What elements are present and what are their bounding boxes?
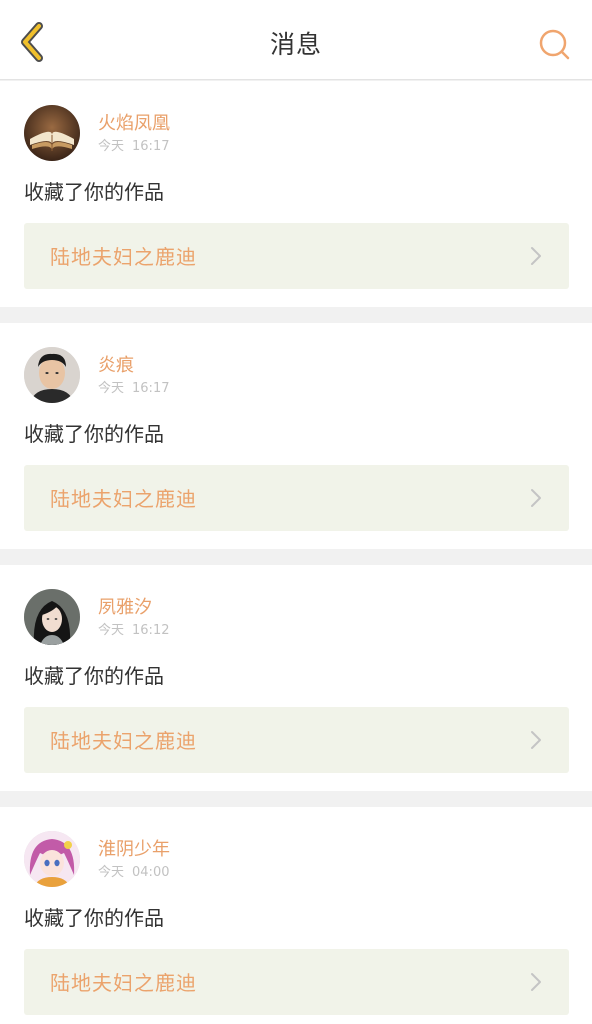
timestamp-time: 16:17 — [132, 381, 170, 396]
user-name[interactable]: 淮阴少年 — [98, 839, 170, 861]
user-avatar[interactable] — [24, 347, 80, 403]
message-card: 炎痕 今天 16:17 收藏了你的作品 陆地夫妇之鹿迪 — [0, 323, 592, 549]
message-list: 火焰凤凰 今天 16:17 收藏了你的作品 陆地夫妇之鹿迪 炎痕 今天 16:1… — [0, 81, 592, 1024]
woman-avatar-image — [24, 589, 80, 645]
timestamp-time: 16:17 — [132, 139, 170, 154]
message-timestamp: 今天 04:00 — [98, 865, 169, 881]
timestamp-day: 今天 — [98, 381, 125, 396]
work-title: 陆地夫妇之鹿迪 — [50, 487, 197, 511]
user-name[interactable]: 火焰凤凰 — [98, 113, 170, 135]
work-title: 陆地夫妇之鹿迪 — [50, 729, 197, 753]
user-avatar[interactable] — [24, 831, 80, 887]
work-link[interactable]: 陆地夫妇之鹿迪 — [24, 465, 569, 531]
work-title: 陆地夫妇之鹿迪 — [50, 971, 197, 995]
work-link[interactable]: 陆地夫妇之鹿迪 — [24, 707, 569, 773]
chevron-right-icon — [525, 729, 547, 751]
message-timestamp: 今天 16:17 — [98, 139, 169, 155]
timestamp-day: 今天 — [98, 139, 125, 154]
message-timestamp: 今天 16:12 — [98, 623, 169, 639]
message-text: 收藏了你的作品 — [24, 422, 164, 446]
message-text: 收藏了你的作品 — [24, 906, 164, 930]
message-text: 收藏了你的作品 — [24, 664, 164, 688]
book-avatar-image — [24, 105, 80, 161]
search-icon — [539, 29, 570, 60]
chevron-right-icon — [525, 245, 547, 267]
chevron-right-icon — [525, 971, 547, 993]
message-text: 收藏了你的作品 — [24, 180, 164, 204]
user-avatar[interactable] — [24, 589, 80, 645]
work-title: 陆地夫妇之鹿迪 — [50, 245, 197, 269]
page-title: 消息 — [269, 30, 322, 59]
top-bar: 消息 — [0, 0, 592, 80]
work-link[interactable]: 陆地夫妇之鹿迪 — [24, 949, 569, 1015]
timestamp-day: 今天 — [98, 865, 125, 880]
work-link[interactable]: 陆地夫妇之鹿迪 — [24, 223, 569, 289]
chevron-right-icon — [525, 487, 547, 509]
timestamp-day: 今天 — [98, 623, 125, 638]
timestamp-time: 04:00 — [132, 865, 170, 880]
user-avatar[interactable] — [24, 105, 80, 161]
user-name[interactable]: 夙雅汐 — [98, 597, 152, 619]
message-card: 夙雅汐 今天 16:12 收藏了你的作品 陆地夫妇之鹿迪 — [0, 565, 592, 791]
search-button[interactable] — [532, 22, 576, 66]
man-avatar-image — [24, 347, 80, 403]
messages-screen: 消息 火焰凤凰 今天 16:17 收藏了你的作品 陆地夫妇之鹿迪 炎痕 今天 1… — [0, 0, 592, 1024]
message-card: 淮阴少年 今天 04:00 收藏了你的作品 陆地夫妇之鹿迪 — [0, 807, 592, 1024]
message-timestamp: 今天 16:17 — [98, 381, 169, 397]
user-name[interactable]: 炎痕 — [98, 355, 134, 377]
anime-avatar-image — [24, 831, 80, 887]
timestamp-time: 16:12 — [132, 623, 170, 638]
message-card: 火焰凤凰 今天 16:17 收藏了你的作品 陆地夫妇之鹿迪 — [0, 81, 592, 307]
